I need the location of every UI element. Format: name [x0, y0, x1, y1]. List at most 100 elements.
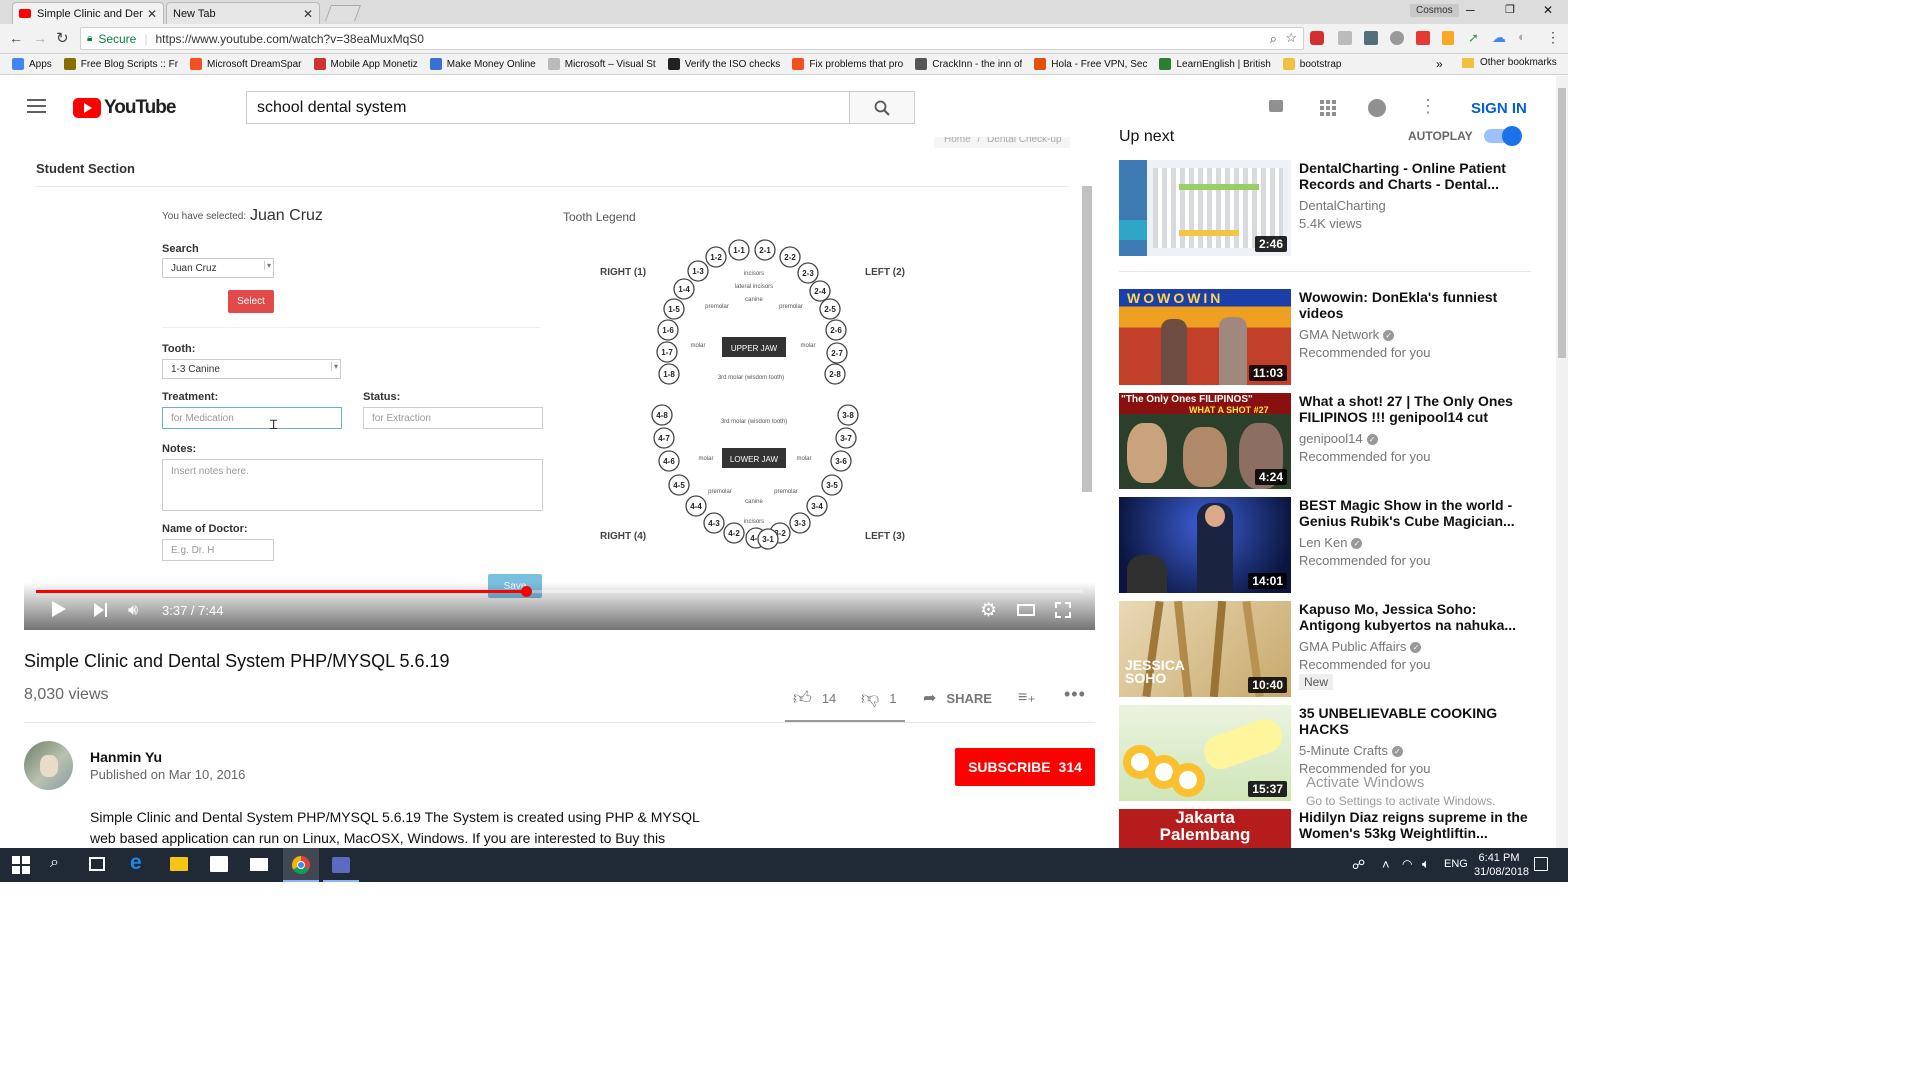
bookmark-item[interactable]: Verify the ISO checks: [667, 58, 780, 70]
more-options-icon[interactable]: ⋮: [1419, 96, 1437, 117]
video-title[interactable]: Kapuso Mo, Jessica Soho: Antigong kubyer…: [1299, 601, 1529, 633]
settings-gear-icon[interactable]: ⚙: [980, 599, 997, 622]
youtube-logo[interactable]: YouTube: [73, 97, 176, 119]
bookmark-item[interactable]: Free Blog Scripts :: Fr: [63, 58, 178, 70]
video-title[interactable]: What a shot! 27 | The Only Ones FILIPINO…: [1299, 393, 1529, 425]
video-title[interactable]: Hidilyn Diaz reigns supreme in the Women…: [1299, 809, 1529, 841]
search-button[interactable]: [849, 91, 915, 124]
video-title[interactable]: BEST Magic Show in the world - Genius Ru…: [1299, 497, 1529, 529]
dislike-button[interactable]: 👎︎ 1: [861, 687, 897, 709]
video-title[interactable]: Wowowin: DonEkla's funniest videos: [1299, 289, 1529, 321]
tab-new-tab[interactable]: New Tab ✕: [166, 2, 320, 24]
chrome-menu-icon[interactable]: ⋮: [1546, 29, 1560, 46]
profile-name[interactable]: Cosmos: [1410, 4, 1459, 17]
windows-start-icon[interactable]: [12, 856, 30, 874]
speaker-icon[interactable]: 🔈︎: [1422, 856, 1430, 872]
app-taskbar-button[interactable]: [323, 848, 359, 882]
bookmark-item[interactable]: Fix problems that pro: [792, 58, 903, 70]
tray-chevron-up-icon[interactable]: ˄: [1382, 857, 1390, 872]
sidebar-video-item[interactable]: 2:46 DentalCharting - Online Patient Rec…: [1119, 160, 1531, 260]
video-thumbnail[interactable]: 2:46: [1119, 160, 1291, 256]
bookmark-star-icon[interactable]: ☆: [1285, 30, 1297, 46]
extension-icon[interactable]: [1338, 31, 1352, 45]
window-close-icon[interactable]: ✕: [1543, 3, 1553, 17]
sign-in-button[interactable]: SIGN IN: [1471, 100, 1527, 117]
chrome-taskbar-button[interactable]: [283, 848, 319, 882]
video-player[interactable]: Student Section Home / Dental Check-up Y…: [24, 137, 1095, 630]
file-explorer-icon[interactable]: [170, 857, 188, 871]
more-actions-icon[interactable]: •••: [1064, 684, 1086, 705]
extension-arrow-icon[interactable]: ➚: [1468, 30, 1479, 46]
video-thumbnail[interactable]: JESSICA SOHO 10:40: [1119, 601, 1291, 697]
extension-adblock-icon[interactable]: [1310, 31, 1324, 45]
zoom-icon[interactable]: ⌕: [1270, 31, 1277, 47]
task-view-icon[interactable]: [89, 857, 105, 871]
fullscreen-icon[interactable]: [1055, 602, 1071, 618]
bookmark-item[interactable]: Hola - Free VPN, Sec: [1034, 58, 1147, 70]
video-thumbnail[interactable]: "The Only Ones FILIPINOS" WHAT A SHOT #2…: [1119, 393, 1291, 489]
extension-icon[interactable]: [1416, 31, 1430, 45]
action-center-icon[interactable]: [1534, 857, 1548, 871]
extension-icon[interactable]: [1390, 31, 1404, 45]
clock[interactable]: 6:41 PM 31/08/2018: [1474, 851, 1529, 879]
apps-grid-icon[interactable]: [1320, 100, 1336, 116]
upload-video-icon[interactable]: [1269, 100, 1283, 112]
bookmarks-overflow[interactable]: »: [1436, 57, 1443, 71]
sidebar-video-item[interactable]: "The Only Ones FILIPINOS" WHAT A SHOT #2…: [1119, 393, 1531, 493]
wifi-icon[interactable]: ◠: [1402, 857, 1412, 871]
search-input[interactable]: school dental system: [246, 91, 850, 124]
video-thumbnail[interactable]: 15:37: [1119, 705, 1291, 801]
theater-mode-icon[interactable]: [1017, 604, 1035, 616]
next-video-icon[interactable]: [94, 603, 108, 617]
channel-name[interactable]: Hanmin Yu: [90, 749, 162, 765]
bookmark-item[interactable]: Apps: [12, 58, 52, 70]
store-icon[interactable]: [210, 856, 228, 872]
like-button[interactable]: 👍︎ 14: [793, 687, 836, 709]
share-button[interactable]: ➦ SHARE: [923, 688, 992, 708]
volume-icon[interactable]: 🔊︎: [128, 602, 138, 620]
people-icon[interactable]: ☍: [1352, 857, 1365, 873]
subscribe-button[interactable]: SUBSCRIBE 314: [955, 748, 1095, 786]
mail-icon[interactable]: [250, 858, 268, 871]
extension-icon[interactable]: ◐: [1518, 29, 1526, 44]
new-tab-button[interactable]: [325, 5, 361, 21]
channel-avatar[interactable]: [24, 741, 73, 790]
bookmark-item[interactable]: Make Money Online: [429, 58, 536, 70]
sidebar-video-item[interactable]: 14:01 BEST Magic Show in the world - Gen…: [1119, 497, 1531, 597]
video-title[interactable]: 35 UNBELIEVABLE COOKING HACKS: [1299, 705, 1529, 737]
taskbar-search-icon[interactable]: ⌕: [50, 854, 70, 872]
bookmark-item[interactable]: CrackInn - the inn of: [915, 58, 1022, 70]
extension-icon[interactable]: [1364, 31, 1378, 45]
add-to-playlist-icon[interactable]: ≡₊: [1018, 687, 1036, 707]
other-bookmarks[interactable]: Other bookmarks: [1462, 57, 1557, 68]
progress-scrubber[interactable]: [520, 586, 532, 597]
bookmark-item[interactable]: Mobile App Monetiz: [313, 58, 418, 70]
tab-close-icon[interactable]: ✕: [303, 7, 313, 21]
video-thumbnail[interactable]: Jakarta Palembang: [1119, 809, 1291, 848]
video-thumbnail[interactable]: 14:01: [1119, 497, 1291, 593]
language-indicator[interactable]: ENG: [1444, 858, 1468, 870]
autoplay-toggle[interactable]: [1484, 126, 1522, 146]
bookmark-item[interactable]: LearnEnglish | British: [1159, 58, 1271, 70]
tab-close-icon[interactable]: ✕: [147, 7, 157, 21]
progress-bar[interactable]: [36, 586, 1083, 597]
back-icon[interactable]: ←: [9, 30, 23, 46]
reload-icon[interactable]: ↻: [56, 29, 69, 47]
video-thumbnail[interactable]: WOWOWIN 11:03: [1119, 289, 1291, 385]
bookmark-item[interactable]: Microsoft DreamSpar: [190, 58, 302, 70]
cloud-icon[interactable]: ☁: [1492, 29, 1506, 46]
messages-icon[interactable]: [1368, 99, 1386, 117]
tab-active[interactable]: Simple Clinic and Dental ✕: [12, 2, 164, 24]
sidebar-video-item[interactable]: JESSICA SOHO 10:40 Kapuso Mo, Jessica So…: [1119, 601, 1531, 701]
video-title[interactable]: DentalCharting - Online Patient Records …: [1299, 160, 1529, 192]
page-scrollbar-thumb[interactable]: [1558, 88, 1566, 358]
minimize-icon[interactable]: ─: [1466, 3, 1475, 17]
bookmark-item[interactable]: Microsoft – Visual St: [547, 58, 656, 70]
forward-icon[interactable]: →: [33, 30, 47, 46]
page-scrollbar[interactable]: [1556, 76, 1568, 848]
sidebar-video-item[interactable]: WOWOWIN 11:03 Wowowin: DonEkla's funnies…: [1119, 289, 1531, 389]
restore-icon[interactable]: ❐: [1505, 3, 1515, 16]
hamburger-menu-icon[interactable]: [27, 99, 46, 113]
bookmark-item[interactable]: bootstrap: [1282, 58, 1341, 70]
play-icon[interactable]: [52, 601, 66, 617]
